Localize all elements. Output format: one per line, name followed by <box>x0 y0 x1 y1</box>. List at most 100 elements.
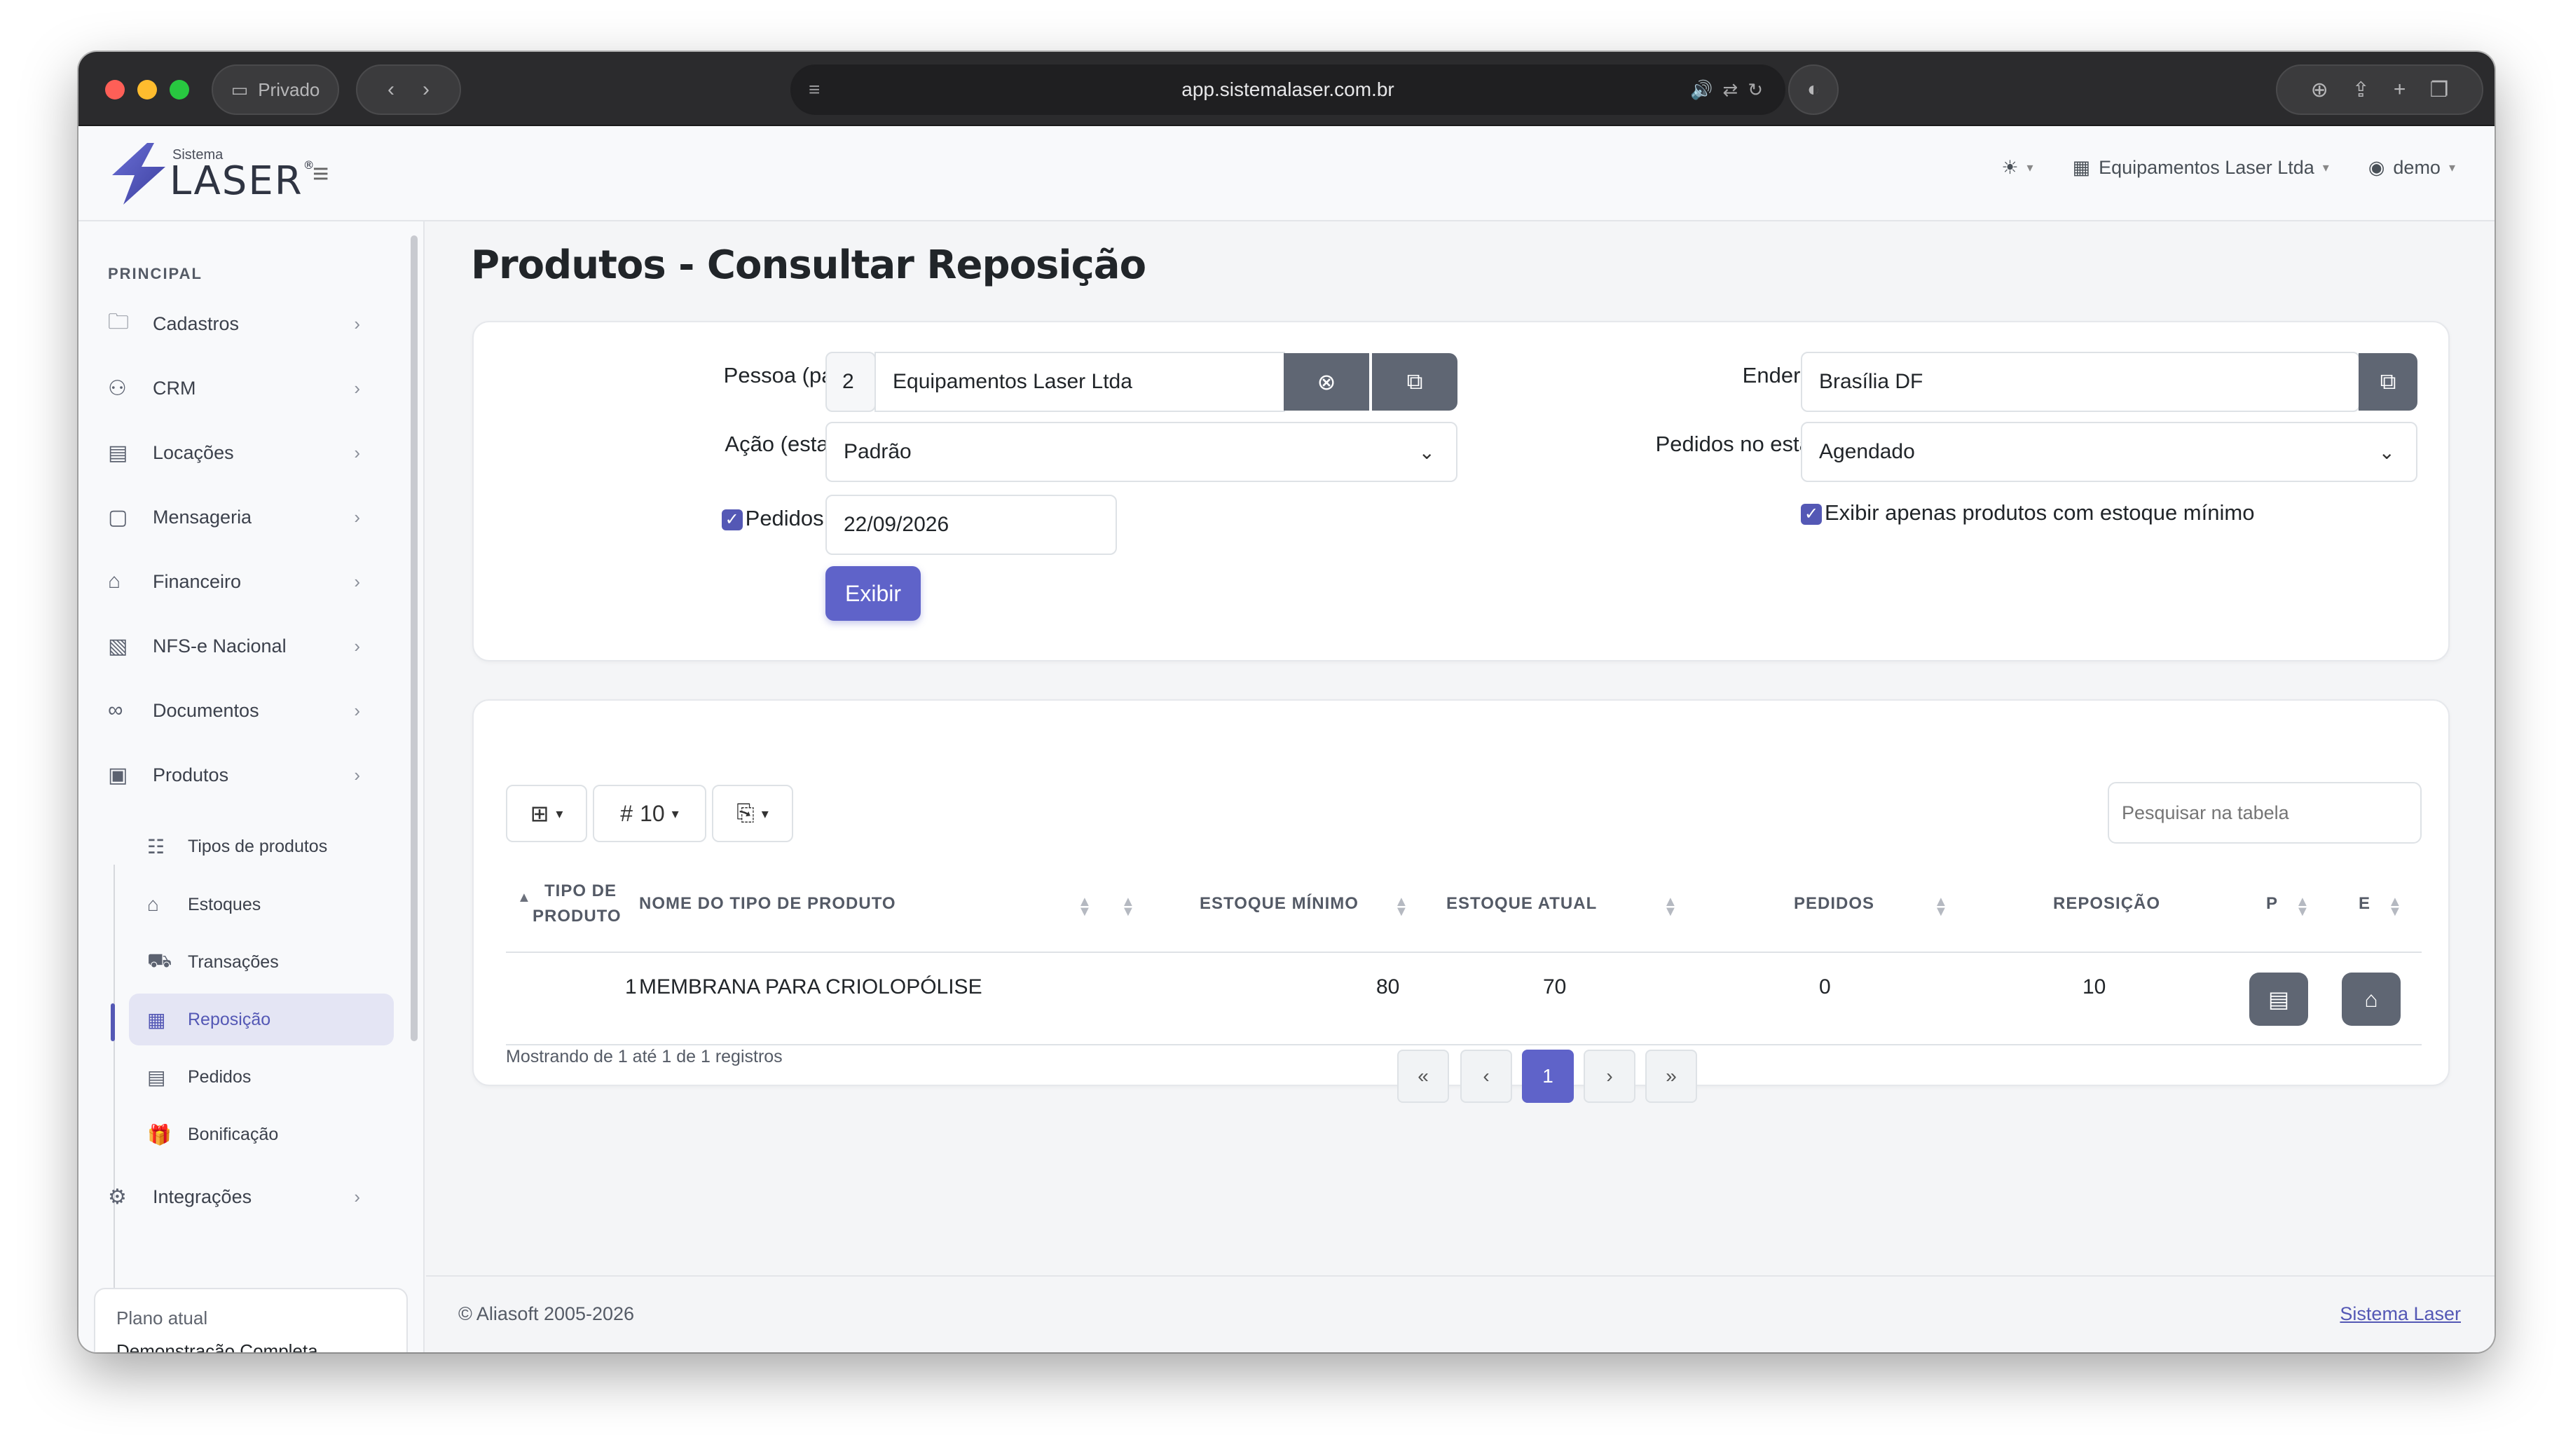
export-button[interactable]: ⎘ ▾ <box>712 785 793 842</box>
plan-value: Demonstração Completa <box>116 1340 318 1352</box>
speaker-icon[interactable]: 🔊 <box>1690 79 1713 101</box>
theme-toggle[interactable]: ☀ ▾ <box>2001 157 2033 179</box>
page-size-button[interactable]: # 10 ▾ <box>593 785 706 842</box>
chevron-down-icon: ▾ <box>2448 160 2455 174</box>
sort-asc-icon[interactable]: ▲ <box>517 891 531 905</box>
col-estoque-minimo[interactable]: ESTOQUE MÍNIMO <box>1200 891 1359 916</box>
footer: © Aliasoft 2005-2026 Sistema Laser <box>426 1275 2495 1352</box>
table-search-input[interactable] <box>2108 782 2422 844</box>
row-estoque-button[interactable]: ⌂ <box>2342 973 2401 1026</box>
clear-pessoa-button[interactable]: ⊗ <box>1284 353 1369 411</box>
sidebar-toggle-icon: ▭ <box>231 78 249 100</box>
col-estoque-atual[interactable]: ESTOQUE ATUAL <box>1446 891 1597 916</box>
reload-icon[interactable]: ↻ <box>1748 79 1763 101</box>
gift-icon: 🎁 <box>147 1123 172 1146</box>
sidebar-item-documentos[interactable]: ∞ Documentos › <box>108 688 388 733</box>
translate-icon[interactable]: ⇄ <box>1722 79 1738 101</box>
chevron-right-icon: › <box>354 1186 360 1207</box>
building-icon: ▦ <box>2072 157 2091 178</box>
sidebar-item-integracoes[interactable]: ⚙ Integrações › <box>108 1174 388 1219</box>
forward-arrow-icon[interactable]: › <box>423 78 430 102</box>
sidebar-sub-tipos-produtos[interactable]: ☷ Tipos de produtos <box>129 820 394 872</box>
page-menu-icon[interactable]: ≡ <box>809 78 820 101</box>
pedidos-ate-date-field[interactable]: 22/09/2026 <box>825 495 1117 555</box>
endereco-field[interactable]: Brasília DF <box>1801 352 2360 412</box>
chevron-right-icon: › <box>354 506 360 528</box>
private-tab-indicator[interactable]: ▭ Privado <box>212 64 339 115</box>
sort-icon[interactable]: ▲ ▼ <box>2296 895 2310 919</box>
col-p[interactable]: P <box>2266 891 2278 916</box>
page-title: Produtos - Consultar Reposição <box>471 242 1146 288</box>
estoque-minimo-checkbox[interactable]: ✓ <box>1801 503 1822 525</box>
pedidos-estado-select[interactable]: Agendado ⌄ <box>1801 422 2417 482</box>
row-divider <box>506 1044 2422 1045</box>
sidebar-item-nfse[interactable]: ▧ NFS-e Nacional › <box>108 624 388 668</box>
close-window-button[interactable] <box>105 80 125 99</box>
sidebar-item-produtos[interactable]: ▣ Produtos › <box>108 753 388 797</box>
sort-icon[interactable]: ▲ ▼ <box>1121 895 1135 919</box>
acao-select[interactable]: Padrão ⌄ <box>825 422 1457 482</box>
sidebar-item-mensageria[interactable]: ▢ Mensageria › <box>108 495 388 540</box>
pessoa-id-field[interactable]: 2 <box>825 352 876 412</box>
footer-link[interactable]: Sistema Laser <box>2340 1303 2461 1325</box>
col-e[interactable]: E <box>2359 891 2370 916</box>
pagination-first[interactable]: « <box>1397 1050 1449 1103</box>
caret-down-icon: ▾ <box>556 806 563 822</box>
pedidos-estado-label: Pedidos no estado: <box>1655 432 1841 456</box>
sort-icon[interactable]: ▲ ▼ <box>1078 895 1092 919</box>
zoom-window-button[interactable] <box>170 80 189 99</box>
pagination-prev[interactable]: ‹ <box>1460 1050 1512 1103</box>
restock-icon: ▦ <box>147 1008 166 1031</box>
cell-pedidos: 0 <box>1819 975 1831 998</box>
col-pedidos[interactable]: PEDIDOS <box>1794 891 1874 916</box>
sidebar-item-financeiro[interactable]: ⌂ Financeiro › <box>108 559 388 604</box>
header-divider <box>506 952 2422 953</box>
pedidos-ate-checkbox[interactable]: ✓ <box>721 509 743 530</box>
shield-icon[interactable]: ◐ <box>1788 64 1839 115</box>
sidebar-item-crm[interactable]: ⚇ CRM › <box>108 366 388 411</box>
pagination-next[interactable]: › <box>1584 1050 1635 1103</box>
open-pessoa-button[interactable]: ⧉ <box>1372 353 1457 411</box>
warehouse-icon: ⌂ <box>2364 986 2378 1012</box>
sidebar-scrollbar[interactable] <box>411 235 418 1041</box>
pessoa-name-field[interactable]: Equipamentos Laser Ltda <box>874 352 1285 412</box>
sidebar-sub-estoques[interactable]: ⌂ Estoques <box>129 879 394 930</box>
sort-icon[interactable]: ▲ ▼ <box>1934 895 1948 919</box>
sort-icon[interactable]: ▲ ▼ <box>1663 895 1677 919</box>
navigation-buttons: ‹ › <box>356 64 461 115</box>
sidebar-item-locacoes[interactable]: ▤ Locações › <box>108 430 388 475</box>
download-icon[interactable]: ⊕ <box>2311 78 2328 102</box>
pagination-last[interactable]: » <box>1645 1050 1697 1103</box>
new-tab-icon[interactable]: + <box>2394 78 2406 102</box>
user-menu[interactable]: ◉ demo ▾ <box>2368 157 2455 179</box>
sidebar-sub-pedidos[interactable]: ▤ Pedidos <box>129 1051 394 1103</box>
pagination-page-1[interactable]: 1 <box>1522 1050 1574 1103</box>
estoque-minimo-option: ✓ Exibir apenas produtos com estoque míni… <box>1801 500 2254 526</box>
sidebar-sub-bonificacao[interactable]: 🎁 Bonificação <box>129 1108 394 1160</box>
exibir-button[interactable]: Exibir <box>825 566 921 621</box>
row-pedido-button[interactable]: ▤ <box>2249 973 2308 1026</box>
chevron-right-icon: › <box>354 313 360 334</box>
company-selector[interactable]: ▦ Equipamentos Laser Ltda ▾ <box>2073 157 2329 179</box>
invoice-icon: ▧ <box>108 634 128 658</box>
warehouse-icon: ⌂ <box>147 893 159 915</box>
sort-icon[interactable]: ▲ ▼ <box>1394 895 1408 919</box>
sort-icon[interactable]: ▲ ▼ <box>2388 895 2402 919</box>
address-bar[interactable]: ≡ app.sistemalaser.com.br 🔊 ⇄ ↻ <box>790 64 1785 115</box>
sidebar: PRINCIPAL 🗀 Cadastros › ⚇ CRM › ▤ Locaçõ… <box>78 221 425 1352</box>
sidebar-sub-reposicao[interactable]: ▦ Reposição <box>129 994 394 1045</box>
col-tipo-produto[interactable]: TIPO DE PRODUTO <box>533 879 621 929</box>
col-nome-tipo[interactable]: NOME DO TIPO DE PRODUTO <box>639 891 896 916</box>
tabs-overview-icon[interactable]: ❐ <box>2429 78 2448 102</box>
cell-reposicao: 10 <box>2083 975 2106 998</box>
browser-tools: ⊕ ⇪ + ❐ <box>2276 64 2483 115</box>
sidebar-sub-transacoes[interactable]: ⛟ Transações <box>129 936 394 988</box>
hamburger-menu-icon[interactable]: ≡ <box>313 158 329 190</box>
back-arrow-icon[interactable]: ‹ <box>387 78 394 102</box>
minimize-window-button[interactable] <box>137 80 157 99</box>
sidebar-item-cadastros[interactable]: 🗀 Cadastros › <box>108 301 388 346</box>
columns-toggle-button[interactable]: ⊞ ▾ <box>506 785 587 842</box>
col-reposicao[interactable]: REPOSIÇÃO <box>2053 891 2160 916</box>
endereco-select-button[interactable]: ⧉ <box>2359 353 2417 411</box>
share-icon[interactable]: ⇪ <box>2352 78 2370 102</box>
